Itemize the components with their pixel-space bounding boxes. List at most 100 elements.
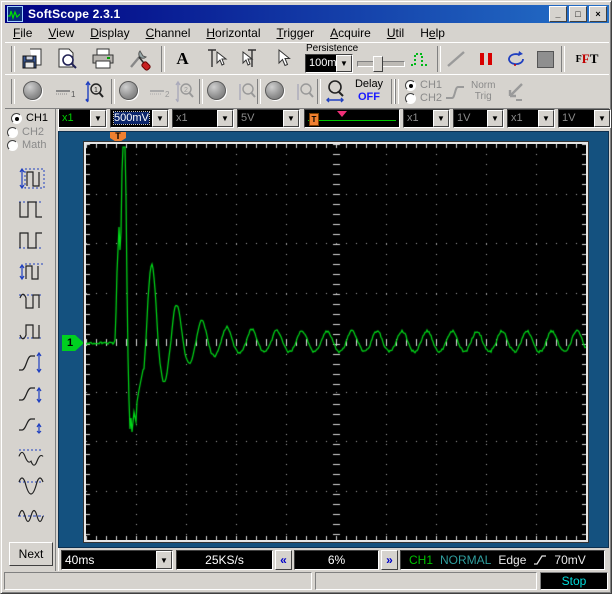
menu-file[interactable]: File [5,25,40,41]
tool-square-expand-large[interactable] [11,164,51,193]
tool-ramp-scale-small[interactable] [11,410,51,439]
scroll-left-button[interactable]: « [275,550,292,570]
dropdown-arrow-icon[interactable]: ▼ [152,110,168,127]
menu-channel[interactable]: Channel [138,25,199,41]
tool-square-offset-down[interactable] [11,317,51,346]
trigger-level-slider[interactable]: T [304,109,400,128]
separator [161,46,165,72]
ch2-offset-knob[interactable] [119,81,138,100]
trigger-source-ch1-radio[interactable]: CH1 [405,79,442,91]
print-button[interactable] [89,45,117,73]
dropdown-arrow-icon[interactable]: ▼ [336,55,352,72]
ch1-probe-select[interactable]: x1 ▼ [58,109,107,128]
title-bar[interactable]: SoftScope 2.3.1 _ □ × [5,5,609,23]
tool-square-expand-small[interactable] [11,257,51,286]
cursor-icon [278,48,291,67]
single-sweep-icon [447,51,465,67]
close-button[interactable]: × [589,6,607,22]
cursor-right-button[interactable] [235,45,264,73]
separator [111,79,115,104]
sidebar-radio-ch2[interactable]: CH2 [7,126,44,138]
print-preview-button[interactable] [53,45,81,73]
ch1-vertical-zoom-button[interactable]: 1 [81,79,107,105]
menu-display[interactable]: Display [82,25,137,41]
dropdown-arrow-icon[interactable]: ▼ [90,110,106,127]
save-button[interactable] [19,45,47,73]
math-zoom-button[interactable] [233,79,259,105]
pause-button[interactable] [473,45,499,73]
menu-horizontal[interactable]: Horizontal [198,25,268,41]
ch2-vertical-zoom-button[interactable]: 2 [171,79,197,105]
settings-button[interactable] [125,45,153,73]
position-marker-icon[interactable] [337,111,347,117]
persistence-display-button[interactable] [407,45,433,73]
math-offset-knob[interactable] [207,81,226,100]
ch2-probe-select[interactable]: x1 ▼ [403,109,450,128]
maximize-button[interactable]: □ [569,6,587,22]
trigger-slope-button[interactable] [443,79,467,105]
dropdown-arrow-icon[interactable]: ▼ [217,110,233,127]
menu-acquire[interactable]: Acquire [322,25,379,41]
app-icon[interactable] [7,6,23,22]
channel1-level-marker[interactable]: 1 [62,335,84,351]
cursor-left-button[interactable] [201,45,230,73]
window-title: SoftScope 2.3.1 [28,7,121,21]
slider-thumb[interactable] [373,56,383,72]
menu-view[interactable]: View [40,25,82,41]
tool-square-align-bottom[interactable] [11,226,51,255]
scope-display[interactable] [84,142,588,542]
fft-button[interactable]: FFT [569,45,605,73]
radio-label: CH2 [22,126,45,138]
ch2-range-select[interactable]: 1V ▼ [558,109,611,128]
single-sweep-button[interactable] [443,45,469,73]
ch1-volts-select[interactable]: 500mV ▼ [110,109,169,128]
ref-zoom-button[interactable] [291,79,317,105]
tool-square-align-top[interactable] [11,195,51,224]
dropdown-arrow-icon[interactable]: ▼ [156,551,172,569]
dropdown-arrow-icon[interactable]: ▼ [433,110,449,127]
trigger-handle[interactable]: T [309,113,319,126]
menu-util[interactable]: Util [379,25,412,41]
norm-trig-button[interactable]: Norm Trig [471,80,495,102]
tool-ramp-scale-large[interactable] [11,348,51,377]
trigger-position-button[interactable] [501,78,527,105]
ch1-probe2-select[interactable]: x1 ▼ [172,109,234,128]
menu-trigger[interactable]: Trigger [268,25,322,41]
select-value: x1 [176,112,188,124]
ch1-offset-button[interactable]: 1 [53,79,79,105]
dropdown-arrow-icon[interactable]: ▼ [538,110,554,127]
ch2-volts-select[interactable]: 1V ▼ [453,109,504,128]
tool-square-offset-up[interactable] [11,287,51,316]
dropdown-arrow-icon[interactable]: ▼ [594,110,610,127]
tool-sine-align-top[interactable] [11,441,51,470]
tool-sine-offset-up[interactable] [11,471,51,500]
ch2-offset-button[interactable]: 2 [147,79,173,105]
horizontal-zoom-button[interactable] [323,78,349,106]
menu-help[interactable]: Help [412,25,453,41]
ch2-probe2-select[interactable]: x1 ▼ [507,109,555,128]
waveform-canvas[interactable] [86,144,586,540]
trigger-source-ch2-radio[interactable]: CH2 [405,92,442,104]
toolbar-vertical: 1 1 2 2 Delay OFF CH1 CH2 Norm Trig [5,74,609,109]
timebase-select[interactable]: 40ms ▼ [61,550,173,570]
text-annotation-button[interactable]: A [169,45,196,73]
tool-sine-align-center[interactable] [11,501,51,530]
tool-ramp-scale-medium[interactable] [11,379,51,408]
delay-button[interactable]: Delay OFF [352,78,386,104]
minimize-button[interactable]: _ [549,6,567,22]
cursor-plain-button[interactable] [269,45,296,73]
persistence-select[interactable]: 100ms ▼ [305,54,353,73]
ch1-offset-knob[interactable] [23,81,42,100]
scroll-right-button[interactable]: » [381,550,398,570]
dropdown-arrow-icon[interactable]: ▼ [283,110,299,127]
radio-icon [405,92,416,104]
ch1-range-select[interactable]: 5V ▼ [237,109,300,128]
stop-button[interactable] [533,45,557,73]
sidebar-radio-ch1[interactable]: CH1 [11,112,48,124]
run-continuous-button[interactable] [503,45,529,73]
sidebar-radio-math[interactable]: Math [7,139,46,151]
trigger-level-line [308,120,396,121]
trigger-level: 70mV [554,553,586,567]
dropdown-arrow-icon[interactable]: ▼ [487,110,503,127]
ref-offset-knob[interactable] [265,81,284,100]
